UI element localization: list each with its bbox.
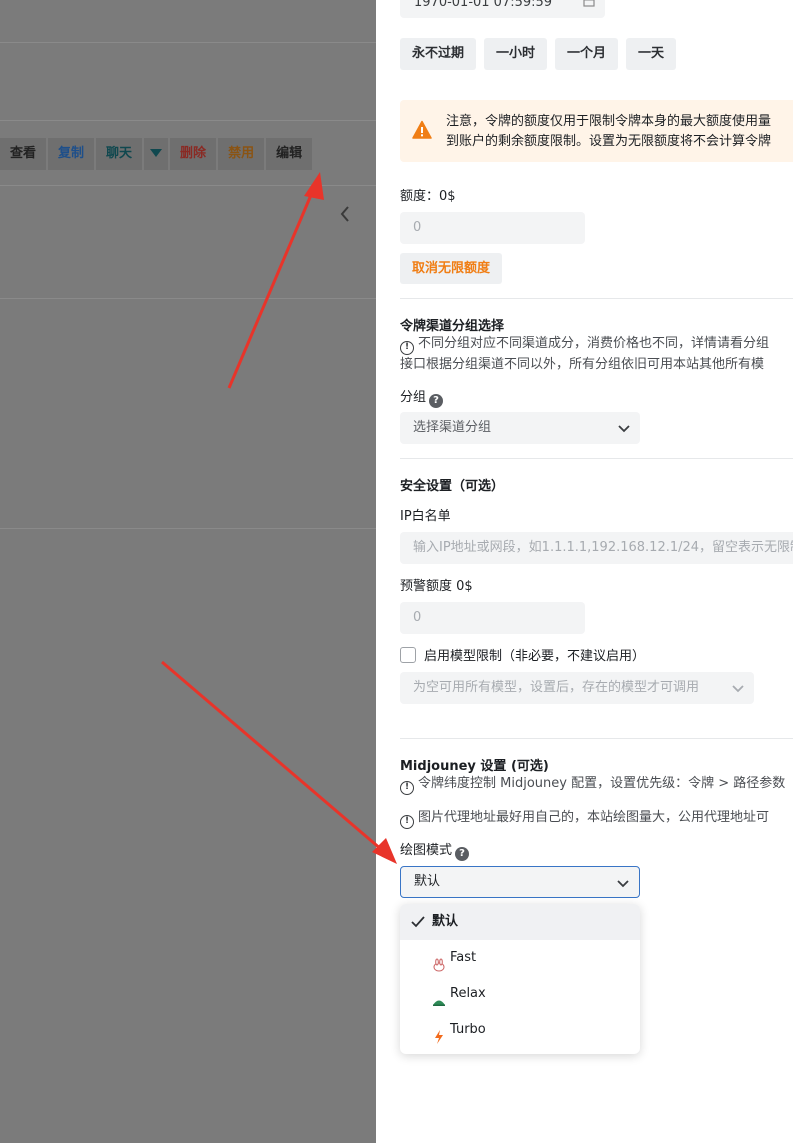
model-limit-row: 启用模型限制（非必要，不建议启用） [400,645,645,664]
group-info: ! 不同分组对应不同渠道成分，消费价格也不同，详情请看分组 [400,333,769,355]
option-label: 默认 [432,914,459,929]
checkmark-icon [411,904,425,940]
copy-button[interactable]: 复制 [48,138,95,170]
chevron-down-icon [617,880,629,888]
view-button[interactable]: 查看 [0,138,47,170]
draw-mode-value: 默认 [414,874,441,889]
warning-icon [412,120,432,139]
mj-info-1-text: 令牌纬度控制 Midjouney 配置，设置优先级：令牌 > 路径参数 [418,776,786,791]
mj-info-2: ! 图片代理地址最好用自己的，本站绘图量大，公用代理地址可 [400,807,769,829]
draw-mode-option-fast[interactable]: Fast [400,940,640,976]
background-page: 查看 复制 聊天 删除 禁用 编辑 [0,0,376,1143]
info-icon: ! [400,341,414,355]
chevron-down-icon [618,425,630,433]
option-label: Fast [450,950,477,965]
group-label-text: 分组 [400,390,427,405]
info-icon: ! [400,781,414,795]
edit-button[interactable]: 编辑 [266,138,313,170]
chevron-down-icon [732,685,744,693]
section-divider [400,298,793,299]
help-icon[interactable]: ? [429,394,444,408]
quota-notice-banner: 注意，令牌的额度仅用于限制令牌本身的最大额度使用量 到账户的剩余额度限制。设置为… [400,100,793,162]
group-info-line2: 接口根据分组渠道不同以外，所有分组依旧可用本站其他所有模 [400,357,765,372]
never-expire-button[interactable]: 永不过期 [400,38,477,70]
chat-button[interactable]: 聊天 [96,138,143,170]
group-select-placeholder: 选择渠道分组 [413,420,492,435]
bg-divider [0,185,376,186]
edit-token-drawer: 1970-01-01 07:59:59 永不过期 一小时 一个月 一天 注意，令… [376,0,793,1143]
turtle-icon [432,987,446,1006]
group-select[interactable]: 选择渠道分组 [400,412,640,444]
ip-whitelist-label: IP白名单 [400,509,451,524]
one-hour-button[interactable]: 一小时 [484,38,548,70]
chevron-left-icon[interactable] [340,206,354,226]
draw-mode-option-turbo[interactable]: Turbo [400,1012,640,1048]
bg-divider [0,42,376,43]
info-icon: ! [400,815,414,829]
calendar-icon [583,0,595,16]
alert-quota-label: 预警额度 0$ [400,579,473,594]
option-label: Turbo [450,1022,486,1037]
one-month-button[interactable]: 一个月 [555,38,619,70]
caret-down-icon [150,149,163,157]
draw-mode-option-relax[interactable]: Relax [400,976,640,1012]
draw-mode-select[interactable]: 默认 [400,866,640,898]
quick-expire-group: 永不过期 一小时 一个月 一天 [400,38,677,70]
mj-info-1: ! 令牌纬度控制 Midjouney 配置，设置优先级：令牌 > 路径参数 [400,773,785,795]
section-divider [400,738,793,739]
alert-quota-input[interactable]: 0 [400,602,585,634]
lightning-icon [432,1023,446,1044]
option-label: Relax [450,986,486,1001]
chat-dropdown-button[interactable] [144,138,169,170]
expire-time-input[interactable]: 1970-01-01 07:59:59 [400,0,605,18]
cancel-unlimited-quota-button[interactable]: 取消无限额度 [400,253,503,284]
model-limit-select[interactable]: 为空可用所有模型，设置后，存在的模型才可调用 [400,672,754,704]
draw-mode-dropdown: 默认 Fast Relax Turbo [400,904,640,1054]
section-divider [400,458,793,459]
notice-text-line2: 到账户的剩余额度限制。设置为无限额度将不会计算令牌 [446,134,772,149]
bg-divider [0,298,376,299]
group-label: 分组? [400,386,444,408]
delete-button[interactable]: 删除 [170,138,217,170]
mj-info-2-text: 图片代理地址最好用自己的，本站绘图量大，公用代理地址可 [418,810,770,825]
model-limit-checkbox[interactable] [400,646,416,663]
ip-whitelist-input[interactable]: 输入IP地址或网段，如1.1.1.1,192.168.12.1/24，留空表示无… [400,532,793,564]
rabbit-icon [432,951,446,972]
draw-mode-option-default[interactable]: 默认 [400,904,640,940]
quota-label: 额度：0$ [400,189,456,204]
row-action-bar: 查看 复制 聊天 删除 禁用 编辑 [0,138,314,170]
one-day-button[interactable]: 一天 [626,38,677,70]
bg-divider [0,528,376,529]
expire-time-value: 1970-01-01 07:59:59 [414,0,553,10]
midjourney-section-title: Midjouney 设置 (可选) [400,759,549,774]
model-limit-label: 启用模型限制（非必要，不建议启用） [424,649,646,664]
group-info-line1: 不同分组对应不同渠道成分，消费价格也不同，详情请看分组 [418,336,770,351]
disable-button[interactable]: 禁用 [218,138,265,170]
bg-divider [0,120,376,121]
quota-input[interactable]: 0 [400,212,585,244]
draw-mode-label-text: 绘图模式 [400,843,453,858]
notice-text-line1: 注意，令牌的额度仅用于限制令牌本身的最大额度使用量 [446,114,772,129]
help-icon[interactable]: ? [455,847,470,861]
group-section-title: 令牌渠道分组选择 [400,319,505,334]
model-limit-placeholder: 为空可用所有模型，设置后，存在的模型才可调用 [413,680,700,695]
draw-mode-label: 绘图模式? [400,839,470,861]
security-section-title: 安全设置（可选） [400,479,505,494]
